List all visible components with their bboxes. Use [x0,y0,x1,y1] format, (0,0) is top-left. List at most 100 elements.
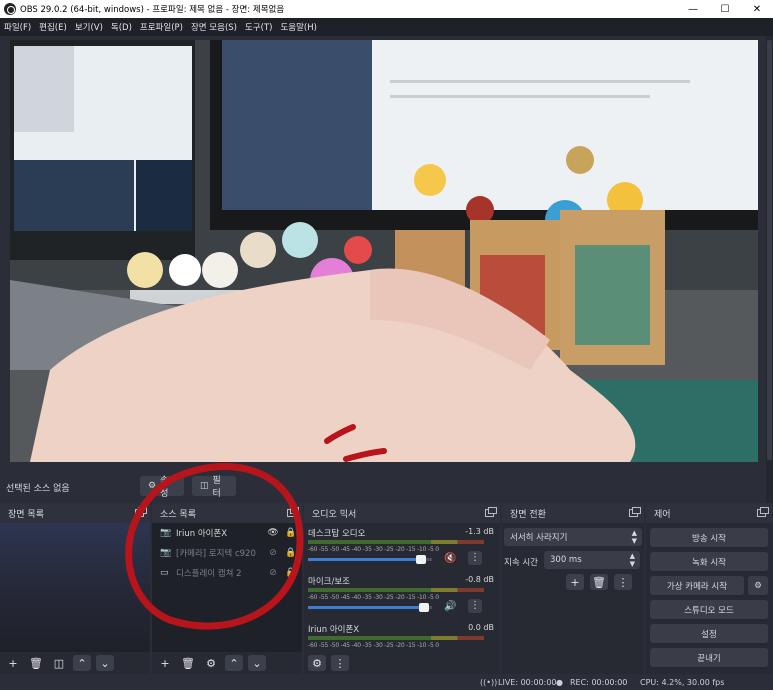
meter-ticks: -60 -55 -50 -45 -40 -35 -30 -25 -20 -15 … [308,546,439,553]
close-icon[interactable]: ✕ [741,0,773,18]
volume-slider[interactable] [308,603,432,612]
duration-spinbox[interactable]: 300 ms ▲ ▼ [544,551,640,569]
remove-source-icon[interactable]: 🗑 [179,655,197,671]
source-item[interactable]: 📷 [카메라] 로지텍 c920 ⊘ 🔒 [152,543,302,563]
undock-icon[interactable] [757,507,769,517]
settings-button[interactable]: 설정 [650,624,768,643]
broadcast-icon: ((•)) [480,678,498,687]
title-bar: OBS 29.0.2 (64-bit, windows) - 프로파일: 제목 … [0,0,773,18]
advanced-audio-gear-icon[interactable]: ⚙ [308,655,326,671]
transition-select[interactable]: 서서히 사라지기 ▲ ▼ [504,528,642,546]
filters-button[interactable]: ◫ 필터 [192,476,236,499]
menu-profile[interactable]: 프로파일(P) [140,21,183,33]
scenes-dock-title: 장면 목록 [8,509,44,520]
source-name: Iriun 아이폰X [176,529,228,539]
minimize-icon[interactable]: — [677,0,709,18]
eye-hidden-icon[interactable]: ⊘ [266,568,280,578]
studio-mode-button[interactable]: 스튜디오 모드 [650,600,768,619]
sources-dock: 소스 목록 📷 Iriun 아이폰X 👁 🔒 📷 [카메라] 로지텍 c920 … [152,503,302,674]
virtual-camera-gear-icon[interactable]: ⚙ [748,576,768,595]
properties-button[interactable]: ⚙ 속성 [140,476,184,499]
source-list: 📷 Iriun 아이폰X 👁 🔒 📷 [카메라] 로지텍 c920 ⊘ 🔒 ▭ … [152,523,302,652]
move-up-icon[interactable]: ⌃ [73,655,91,671]
controls-dock: 제어 방송 시작 녹화 시작 가상 카메라 시작 ⚙ 스튜디오 모드 설정 끝내… [646,503,772,674]
transitions-dock-header: 장면 전환 [502,503,644,523]
status-bar: ((•)) LIVE: 00:00:00 ● REC: 00:00:00 CPU… [0,676,773,690]
camera-icon: 📷 [160,548,172,558]
duration-label: 지속 시간 [504,558,538,568]
scene-filters-icon[interactable]: ◫ [50,655,68,671]
duration-value: 300 ms [550,555,582,565]
exit-button[interactable]: 끝내기 [650,648,768,667]
vertical-scrollbar[interactable] [766,36,773,506]
lock-icon[interactable]: 🔒 [284,548,298,558]
channel-menu-icon[interactable]: ⋮ [468,551,482,565]
muted-speaker-icon[interactable]: 🔇 [444,553,456,564]
menu-docks[interactable]: 독(D) [111,21,132,33]
remove-scene-icon[interactable]: 🗑 [27,655,45,671]
source-item[interactable]: 📷 Iriun 아이폰X 👁 🔒 [152,523,302,543]
spin-arrows-icon: ▲ ▼ [629,552,635,568]
menu-scene-collection[interactable]: 장면 모음(S) [191,21,237,33]
menu-view[interactable]: 보기(V) [75,21,103,33]
menu-help[interactable]: 도움말(H) [280,21,316,33]
scenes-toolbar: + 🗑 ◫ ⌃ ⌄ [0,652,150,674]
move-down-icon[interactable]: ⌄ [248,655,266,671]
move-up-icon[interactable]: ⌃ [225,655,243,671]
source-item[interactable]: ▭ 디스플레이 캡쳐 2 ⊘ 🔒 [152,563,302,583]
volume-meter [308,636,484,640]
add-scene-icon[interactable]: + [4,655,22,671]
source-name: 디스플레이 캡쳐 2 [176,569,242,579]
sources-toolbar: + 🗑 ⚙ ⌃ ⌄ [152,652,302,674]
start-recording-button[interactable]: 녹화 시작 [650,552,768,571]
eye-hidden-icon[interactable]: ⊘ [266,548,280,558]
window-title: OBS 29.0.2 (64-bit, windows) - 프로파일: 제목 … [20,5,285,15]
lock-icon[interactable]: 🔒 [284,528,298,538]
eye-icon[interactable]: 👁 [266,528,280,538]
rec-time: REC: 00:00:00 [570,678,628,687]
maximize-icon[interactable]: ☐ [709,0,741,18]
volume-slider-knob[interactable] [416,555,427,564]
undock-icon[interactable] [135,507,147,517]
volume-slider-knob[interactable] [418,603,429,612]
sources-dock-title: 소스 목록 [160,509,196,520]
mixer-channel: 마이크/보조 -0.8 dB -60 -55 -50 -45 -40 -35 -… [304,573,500,617]
controls-body: 방송 시작 녹화 시작 가상 카메라 시작 ⚙ 스튜디오 모드 설정 끝내기 [646,523,772,674]
start-streaming-button[interactable]: 방송 시작 [650,528,768,547]
mixer-channel: Iriun 아이폰X 0.0 dB -60 -55 -50 -45 -40 -3… [304,621,500,651]
camera-preview-image [10,40,758,462]
mixer-menu-icon[interactable]: ⋮ [331,655,349,671]
move-down-icon[interactable]: ⌄ [96,655,114,671]
undock-icon[interactable] [629,507,641,517]
mixer-channel: 데스크탑 오디오 -1.3 dB -60 -55 -50 -45 -40 -35… [304,525,500,569]
properties-label: 속성 [160,476,169,499]
volume-slider-fill [308,606,419,609]
channel-name: Iriun 아이폰X [308,625,360,635]
remove-transition-icon[interactable]: 🗑 [590,574,608,590]
filter-icon: ◫ [200,481,209,491]
menu-file[interactable]: 파일(F) [4,21,31,33]
rec-indicator-icon: ● [556,678,563,687]
channel-menu-icon[interactable]: ⋮ [468,599,482,613]
volume-slider[interactable] [308,555,432,564]
chevron-updown-icon: ▲ ▼ [631,529,637,545]
add-source-icon[interactable]: + [156,655,174,671]
menu-tools[interactable]: 도구(T) [245,21,272,33]
undock-icon[interactable] [485,507,497,517]
undock-icon[interactable] [287,507,299,517]
preview-canvas[interactable] [10,40,758,462]
camera-icon: 📷 [160,528,172,538]
scenes-dock: 장면 목록 + 🗑 ◫ ⌃ ⌄ [0,503,150,674]
scene-list[interactable] [0,523,150,652]
mixer-dock-header: 오디오 믹서 [304,503,500,523]
transitions-dock: 장면 전환 서서히 사라지기 ▲ ▼ 지속 시간 300 ms ▲ ▼ + 🗑 ⋮ [502,503,644,674]
start-virtual-camera-button[interactable]: 가상 카메라 시작 [650,576,744,595]
speaker-icon[interactable]: 🔊 [444,601,456,612]
source-properties-icon[interactable]: ⚙ [202,655,220,671]
lock-icon[interactable]: 🔒 [284,568,298,578]
add-transition-icon[interactable]: + [566,574,584,590]
transitions-body: 서서히 사라지기 ▲ ▼ 지속 시간 300 ms ▲ ▼ + 🗑 ⋮ [502,523,644,674]
obs-logo-icon [4,3,16,15]
transition-menu-icon[interactable]: ⋮ [614,574,632,590]
menu-edit[interactable]: 편집(E) [39,21,67,33]
